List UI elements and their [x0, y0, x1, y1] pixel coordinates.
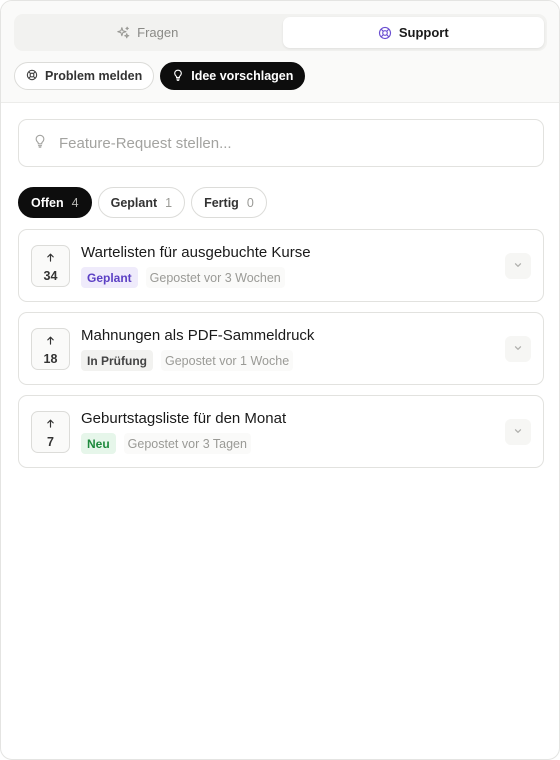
request-title: Mahnungen als PDF-Sammeldruck — [81, 327, 315, 344]
arrow-up-icon — [46, 415, 55, 433]
feature-request-input[interactable] — [59, 134, 499, 152]
filter-geplant-count: 1 — [165, 195, 173, 210]
filter-offen[interactable]: Offen 4 — [18, 187, 92, 218]
list-item[interactable]: 7 Geburtstagsliste für den Monat Neu Gep… — [18, 395, 544, 468]
lightbulb-icon — [172, 69, 184, 84]
status-badge: In Prüfung — [81, 350, 153, 371]
status-badge: Neu — [81, 433, 116, 454]
arrow-up-icon — [46, 332, 55, 350]
mode-switch: Fragen Support — [14, 14, 547, 51]
expand-button[interactable] — [505, 336, 531, 362]
request-meta: Geplant Gepostet vor 3 Wochen — [81, 267, 285, 288]
feature-request-list: 34 Wartelisten für ausgebuchte Kurse Gep… — [18, 229, 544, 478]
filter-fertig-label: Fertig — [204, 195, 239, 210]
filter-offen-count: 4 — [71, 195, 79, 210]
vote-count: 18 — [43, 352, 58, 366]
posted-time: Gepostet vor 3 Tagen — [123, 433, 251, 454]
upvote-button[interactable]: 34 — [31, 245, 70, 287]
list-item[interactable]: 18 Mahnungen als PDF-Sammeldruck In Prüf… — [18, 312, 544, 385]
support-panel: Fragen Support Problem melden Idee vorsc… — [0, 0, 560, 760]
list-item[interactable]: 34 Wartelisten für ausgebuchte Kurse Gep… — [18, 229, 544, 302]
sparkle-icon — [117, 26, 130, 39]
upvote-button[interactable]: 7 — [31, 411, 70, 453]
status-filters: Offen 4 Geplant 1 Fertig 0 — [18, 187, 267, 218]
expand-button[interactable] — [505, 253, 531, 279]
request-title: Wartelisten für ausgebuchte Kurse — [81, 244, 311, 261]
problem-melden-button[interactable]: Problem melden — [14, 62, 155, 90]
chevron-down-icon — [513, 340, 523, 358]
lifebuoy-icon — [26, 69, 38, 84]
expand-button[interactable] — [505, 419, 531, 445]
support-actions: Problem melden Idee vorschlagen — [14, 62, 306, 90]
tab-support[interactable]: Support — [282, 17, 544, 48]
filter-fertig[interactable]: Fertig 0 — [191, 187, 267, 218]
lifebuoy-icon — [378, 26, 392, 40]
posted-time: Gepostet vor 3 Wochen — [145, 267, 285, 288]
filter-fertig-count: 0 — [246, 195, 254, 210]
request-meta: In Prüfung Gepostet vor 1 Woche — [81, 350, 294, 371]
feature-request-search — [18, 119, 544, 167]
upvote-button[interactable]: 18 — [31, 328, 70, 370]
tab-fragen[interactable]: Fragen — [17, 17, 279, 48]
idee-vorschlagen-button[interactable]: Idee vorschlagen — [160, 62, 306, 90]
vote-count: 34 — [43, 269, 58, 283]
vote-count: 7 — [47, 435, 54, 449]
tab-fragen-label: Fragen — [137, 25, 179, 40]
filter-geplant-label: Geplant — [110, 195, 158, 210]
idee-vorschlagen-label: Idee vorschlagen — [191, 69, 294, 83]
panel-header: Fragen Support Problem melden Idee vorsc… — [1, 1, 559, 103]
lightbulb-icon — [33, 133, 47, 154]
problem-melden-label: Problem melden — [45, 69, 143, 83]
request-title: Geburtstagsliste für den Monat — [81, 410, 287, 427]
posted-time: Gepostet vor 1 Woche — [161, 350, 294, 371]
chevron-down-icon — [513, 423, 523, 441]
tab-support-label: Support — [398, 25, 449, 40]
filter-geplant[interactable]: Geplant 1 — [97, 187, 186, 218]
request-meta: Neu Gepostet vor 3 Tagen — [81, 433, 251, 454]
arrow-up-icon — [46, 249, 55, 267]
chevron-down-icon — [513, 257, 523, 275]
status-badge: Geplant — [81, 267, 138, 288]
filter-offen-label: Offen — [31, 195, 64, 210]
